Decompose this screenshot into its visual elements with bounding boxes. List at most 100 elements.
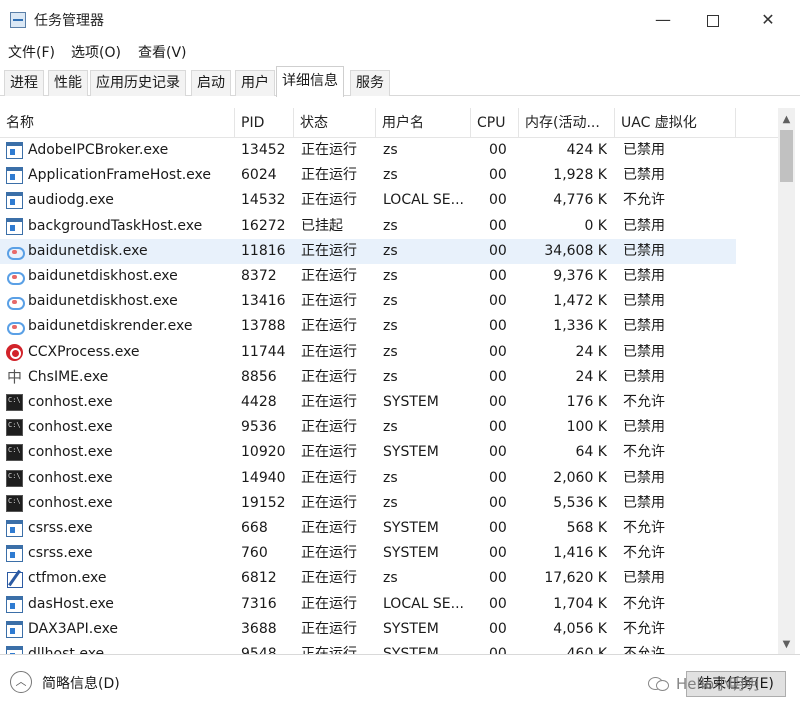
process-memory: 1,472 K bbox=[553, 293, 607, 310]
baidu-cloud-icon bbox=[6, 318, 25, 336]
table-row[interactable]: CCXProcess.exe 11744 正在运行 zs 00 24 K 已禁用 bbox=[0, 340, 736, 365]
process-uac: 不允许 bbox=[623, 192, 665, 209]
table-row[interactable]: AdobeIPCBroker.exe 13452 正在运行 zs 00 424 K 已禁用 bbox=[0, 138, 736, 163]
scroll-thumb[interactable] bbox=[780, 130, 793, 182]
table-row[interactable]: conhost.exe 10920 正在运行 SYSTEM 00 64 K 不允许 bbox=[0, 440, 736, 465]
process-username: SYSTEM bbox=[383, 646, 439, 654]
tab-details[interactable]: 详细信息 bbox=[276, 66, 344, 97]
process-name: dasHost.exe bbox=[28, 595, 114, 612]
ime-icon: 中 bbox=[6, 367, 22, 386]
menu-file[interactable]: 文件(F) bbox=[8, 42, 55, 62]
console-icon bbox=[6, 494, 23, 512]
process-status: 正在运行 bbox=[301, 520, 357, 536]
vertical-scrollbar[interactable]: ▲ ▼ bbox=[778, 108, 795, 654]
chevron-up-icon[interactable]: ︿ bbox=[10, 671, 32, 693]
process-memory: 2,060 K bbox=[553, 469, 607, 486]
table-row[interactable]: dllhost.exe 9548 正在运行 SYSTEM 00 460 K 不允许 bbox=[0, 642, 736, 654]
process-uac: 不允许 bbox=[623, 394, 665, 410]
table-row[interactable]: baidunetdiskrender.exe 13788 正在运行 zs 00 1,336… bbox=[0, 314, 736, 339]
process-memory: 24 K bbox=[575, 368, 607, 385]
process-cpu: 00 bbox=[489, 343, 507, 360]
process-cpu: 00 bbox=[489, 469, 507, 486]
process-cpu: 00 bbox=[489, 595, 507, 612]
column-header-memory[interactable]: 内存(活动... bbox=[519, 108, 615, 138]
task-manager-icon bbox=[10, 12, 26, 28]
process-cpu: 00 bbox=[489, 192, 507, 209]
process-username: zs bbox=[383, 217, 398, 234]
process-status: 正在运行 bbox=[301, 368, 357, 385]
table-row[interactable]: baidunetdiskhost.exe 8372 正在运行 zs 00 9,376 K 已… bbox=[0, 264, 736, 289]
table-row[interactable]: conhost.exe 4428 正在运行 SYSTEM 00 176 K 不允许 bbox=[0, 390, 736, 415]
process-cpu: 00 bbox=[489, 368, 507, 385]
table-row[interactable]: dasHost.exe 7316 正在运行 LOCAL SE... 00 1,704 K 不… bbox=[0, 592, 736, 617]
process-username: SYSTEM bbox=[383, 520, 439, 536]
table-header: ^ 名称 PID 状态 用户名 CPU 内存(活动... UAC 虚拟化 bbox=[0, 108, 778, 138]
table-row[interactable]: DAX3API.exe 3688 正在运行 SYSTEM 00 4,056 K 不允许 bbox=[0, 617, 736, 642]
process-username: zs bbox=[383, 469, 398, 486]
process-name: baidunetdiskrender.exe bbox=[28, 318, 193, 335]
title-bar: 任务管理器 — ✕ bbox=[0, 0, 800, 38]
process-pid: 3688 bbox=[241, 620, 277, 637]
menu-view[interactable]: 查看(V) bbox=[138, 42, 187, 62]
baidu-cloud-icon bbox=[6, 293, 25, 311]
process-status: 正在运行 bbox=[301, 444, 357, 461]
column-header-name[interactable]: 名称 bbox=[0, 108, 235, 138]
process-uac: 不允许 bbox=[623, 595, 665, 612]
scroll-up-arrow[interactable]: ▲ bbox=[778, 111, 795, 128]
process-pid: 760 bbox=[241, 545, 268, 562]
process-uac: 已禁用 bbox=[623, 142, 665, 158]
process-name: csrss.exe bbox=[28, 545, 93, 562]
maximize-button[interactable] bbox=[690, 6, 736, 34]
table-row[interactable]: baidunetdiskhost.exe 13416 正在运行 zs 00 1,472 K… bbox=[0, 289, 736, 314]
process-memory: 460 K bbox=[566, 646, 607, 654]
tab-processes[interactable]: 进程 bbox=[4, 70, 44, 96]
process-pid: 19152 bbox=[241, 494, 286, 511]
table-row[interactable]: conhost.exe 19152 正在运行 zs 00 5,536 K 已禁用 bbox=[0, 491, 736, 516]
tab-users[interactable]: 用户 bbox=[235, 70, 275, 96]
scroll-down-arrow[interactable]: ▼ bbox=[778, 636, 795, 653]
table-row[interactable]: csrss.exe 760 正在运行 SYSTEM 00 1,416 K 不允许 bbox=[0, 541, 736, 566]
process-username: zs bbox=[383, 293, 398, 310]
process-memory: 1,928 K bbox=[553, 167, 607, 184]
console-icon bbox=[6, 444, 23, 462]
console-icon bbox=[6, 419, 23, 437]
table-row[interactable]: ApplicationFrameHost.exe 6024 正在运行 zs 00 1,92… bbox=[0, 163, 736, 188]
table-row[interactable]: audiodg.exe 14532 正在运行 LOCAL SE... 00 4,776 K… bbox=[0, 188, 736, 213]
table-row[interactable]: ctfmon.exe 6812 正在运行 zs 00 17,620 K 已禁用 bbox=[0, 566, 736, 591]
process-name: dllhost.exe bbox=[28, 646, 105, 654]
table-row[interactable]: csrss.exe 668 正在运行 SYSTEM 00 568 K 不允许 bbox=[0, 516, 736, 541]
process-username: LOCAL SE... bbox=[383, 192, 465, 209]
process-details-table: ^ 名称 PID 状态 用户名 CPU 内存(活动... UAC 虚拟化 Ado… bbox=[0, 108, 778, 654]
menu-options[interactable]: 选项(O) bbox=[71, 42, 121, 62]
process-cpu: 00 bbox=[489, 545, 507, 562]
process-username: SYSTEM bbox=[383, 394, 439, 410]
process-username: zs bbox=[383, 268, 398, 284]
tab-services[interactable]: 服务 bbox=[350, 70, 390, 96]
table-row[interactable]: 中 ChsIME.exe 8856 正在运行 zs 00 24 K 已禁用 bbox=[0, 365, 736, 390]
column-header-cpu[interactable]: CPU bbox=[471, 108, 519, 138]
table-row[interactable]: backgroundTaskHost.exe 16272 已挂起 zs 00 0 K 已禁用 bbox=[0, 214, 736, 239]
process-username: zs bbox=[383, 419, 398, 436]
process-cpu: 00 bbox=[489, 217, 507, 234]
process-cpu: 00 bbox=[489, 646, 507, 654]
column-header-username[interactable]: 用户名 bbox=[376, 108, 471, 138]
tab-startup[interactable]: 启动 bbox=[191, 70, 231, 96]
tab-app-history[interactable]: 应用历史记录 bbox=[90, 70, 186, 96]
process-pid: 8856 bbox=[241, 368, 277, 385]
process-username: SYSTEM bbox=[383, 444, 439, 461]
process-cpu: 00 bbox=[489, 293, 507, 310]
column-header-pid[interactable]: PID bbox=[235, 108, 294, 138]
column-header-uac[interactable]: UAC 虚拟化 bbox=[615, 108, 736, 138]
process-memory: 9,376 K bbox=[553, 268, 607, 284]
process-pid: 6812 bbox=[241, 570, 277, 587]
table-row[interactable]: conhost.exe 9536 正在运行 zs 00 100 K 已禁用 bbox=[0, 415, 736, 440]
console-icon bbox=[6, 469, 23, 487]
table-row[interactable]: baidunetdisk.exe 11816 正在运行 zs 00 34,608 K 已禁用 bbox=[0, 238, 736, 264]
column-header-status[interactable]: 状态 bbox=[294, 108, 376, 138]
process-memory: 0 K bbox=[584, 217, 607, 234]
minimize-button[interactable]: — bbox=[640, 6, 686, 34]
tab-performance[interactable]: 性能 bbox=[48, 70, 88, 96]
fewer-details-link[interactable]: 简略信息(D) bbox=[42, 673, 120, 693]
close-button[interactable]: ✕ bbox=[745, 6, 791, 34]
table-row[interactable]: conhost.exe 14940 正在运行 zs 00 2,060 K 已禁用 bbox=[0, 466, 736, 491]
